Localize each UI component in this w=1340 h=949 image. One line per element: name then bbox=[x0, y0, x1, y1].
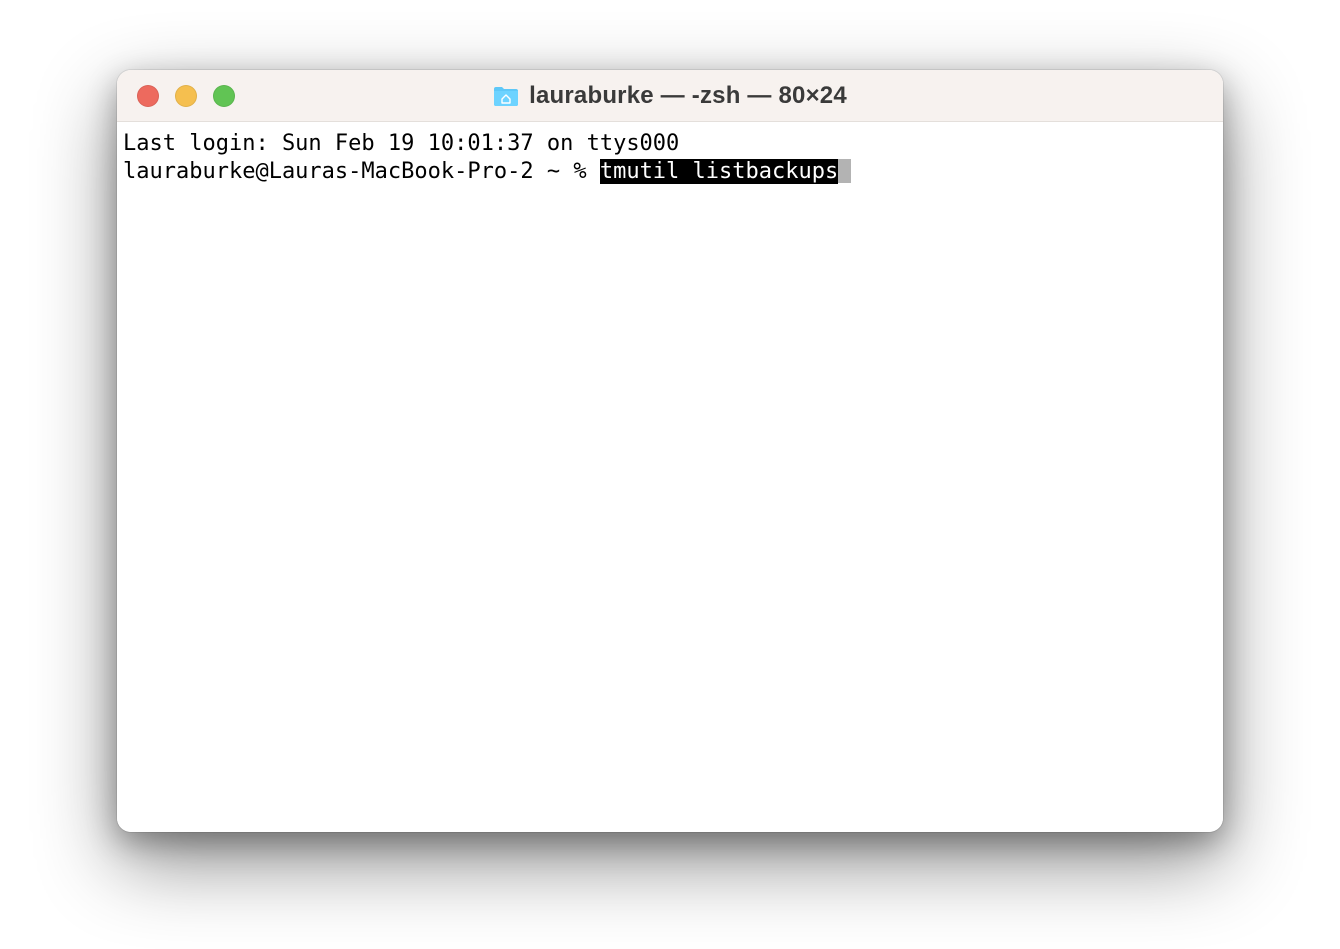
minimize-button[interactable] bbox=[175, 85, 197, 107]
window-title: lauraburke — -zsh — 80×24 bbox=[529, 82, 847, 110]
home-folder-icon bbox=[493, 85, 519, 107]
terminal-output-line: Last login: Sun Feb 19 10:01:37 on ttys0… bbox=[123, 130, 1217, 158]
window-title-wrap: lauraburke — -zsh — 80×24 bbox=[493, 82, 847, 110]
terminal-prompt: lauraburke@Lauras-MacBook-Pro-2 ~ % bbox=[123, 159, 600, 184]
terminal-prompt-line: lauraburke@Lauras-MacBook-Pro-2 ~ % tmut… bbox=[123, 158, 1217, 186]
terminal-body[interactable]: Last login: Sun Feb 19 10:01:37 on ttys0… bbox=[117, 122, 1223, 832]
terminal-cursor bbox=[838, 159, 851, 183]
window-titlebar[interactable]: lauraburke — -zsh — 80×24 bbox=[117, 70, 1223, 122]
terminal-command: tmutil listbackups bbox=[600, 159, 838, 184]
traffic-lights bbox=[137, 85, 235, 107]
zoom-button[interactable] bbox=[213, 85, 235, 107]
terminal-window: lauraburke — -zsh — 80×24 Last login: Su… bbox=[117, 70, 1223, 832]
close-button[interactable] bbox=[137, 85, 159, 107]
